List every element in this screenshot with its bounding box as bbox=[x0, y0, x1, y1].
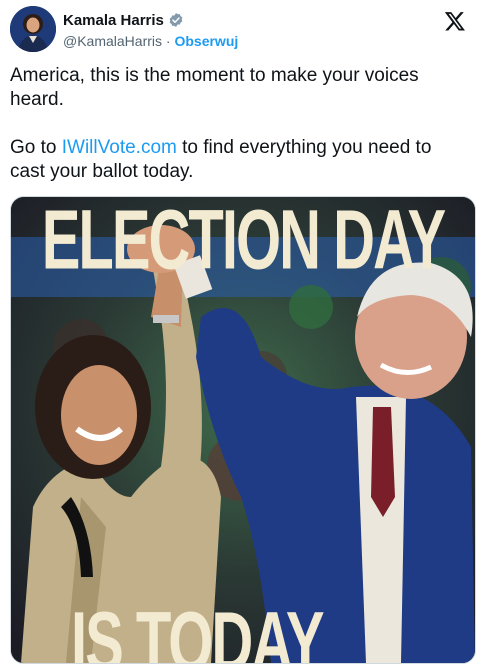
name-row: Kamala Harris bbox=[63, 10, 184, 30]
verified-badge-icon bbox=[169, 13, 183, 27]
separator-dot: · bbox=[165, 33, 171, 49]
display-name[interactable]: Kamala Harris bbox=[63, 12, 164, 29]
tweet-line-2: Go to IWillVote.com to find everything y… bbox=[10, 136, 468, 184]
tweet-header: Kamala Harris @KamalaHarris · Obserwuj bbox=[8, 4, 474, 54]
follow-button[interactable]: Obserwuj bbox=[174, 33, 238, 49]
avatar-photo bbox=[10, 6, 56, 52]
tweet-card: Kamala Harris @KamalaHarris · Obserwuj A… bbox=[0, 0, 478, 666]
iwillvote-link[interactable]: IWillVote.com bbox=[62, 137, 177, 158]
tweet-text: America, this is the moment to make your… bbox=[10, 64, 468, 184]
tweet-media-image[interactable]: ELECTION DAY IS TODAY bbox=[10, 196, 476, 664]
handle[interactable]: @KamalaHarris bbox=[63, 33, 162, 49]
x-logo-icon[interactable] bbox=[444, 10, 466, 32]
tweet-line-1: America, this is the moment to make your… bbox=[10, 65, 419, 110]
tweet-line-2-prefix: Go to bbox=[10, 137, 62, 158]
handle-row: @KamalaHarris · Obserwuj bbox=[63, 33, 238, 49]
headline-election-day: ELECTION DAY bbox=[41, 196, 446, 288]
headline-is-today: IS TODAY bbox=[71, 595, 325, 664]
avatar[interactable] bbox=[10, 6, 56, 52]
